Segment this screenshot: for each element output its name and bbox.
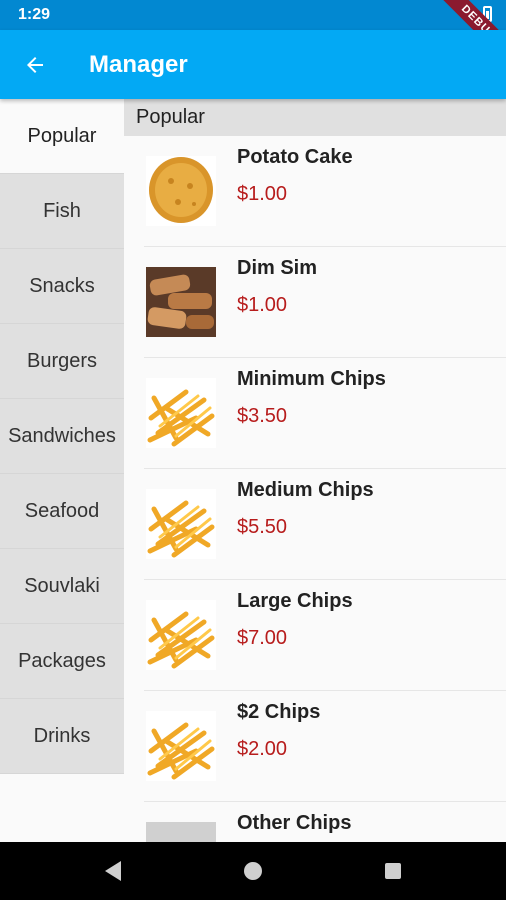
back-button[interactable] (20, 50, 50, 80)
sidebar-item-snacks[interactable]: Snacks (0, 249, 124, 324)
product-list: Potato Cake $1.00 Dim Sim $1.00 Minimum … (124, 136, 506, 842)
product-item[interactable]: Other Chips (124, 802, 506, 842)
page-title: Manager (89, 51, 188, 78)
product-item[interactable]: Medium Chips $5.50 (124, 469, 506, 580)
sidebar-item-sandwiches[interactable]: Sandwiches (0, 399, 124, 474)
sidebar-item-seafood[interactable]: Seafood (0, 474, 124, 549)
product-name: Dim Sim (237, 257, 318, 279)
product-name: Other Chips (237, 812, 352, 834)
square-recents-icon (385, 863, 401, 879)
product-item[interactable]: Dim Sim $1.00 (124, 247, 506, 358)
sidebar-item-popular[interactable]: Popular (0, 99, 124, 174)
product-name: $2 Chips (237, 701, 321, 723)
dim-sim-image (146, 267, 216, 337)
nav-back-button[interactable] (102, 860, 124, 882)
chips-image (146, 378, 216, 448)
product-price: $7.00 (237, 627, 288, 649)
sidebar-item-drinks[interactable]: Drinks (0, 699, 124, 774)
status-bar: 1:29 (0, 0, 506, 30)
sidebar-item-souvlaki[interactable]: Souvlaki (0, 549, 124, 624)
product-name: Medium Chips (237, 479, 374, 501)
triangle-back-icon (105, 861, 121, 881)
product-name: Large Chips (237, 590, 353, 612)
status-time: 1:29 (18, 6, 51, 23)
circle-home-icon (244, 862, 262, 880)
sidebar-item-fish[interactable]: Fish (0, 174, 124, 249)
potato-cake-image (146, 156, 216, 226)
chips-image (146, 600, 216, 670)
product-item[interactable]: Potato Cake $1.00 (124, 136, 506, 247)
product-price: $2.00 (237, 738, 288, 760)
product-item[interactable]: Large Chips $7.00 (124, 580, 506, 691)
product-item[interactable]: Minimum Chips $3.50 (124, 358, 506, 469)
section-header: Popular (124, 99, 506, 136)
chips-image (146, 489, 216, 559)
sidebar-item-burgers[interactable]: Burgers (0, 324, 124, 399)
arrow-back-icon (27, 57, 43, 73)
nav-home-button[interactable] (242, 860, 264, 882)
chips-image (146, 711, 216, 781)
product-price: $3.50 (237, 405, 288, 427)
product-item[interactable]: $2 Chips $2.00 (124, 691, 506, 802)
product-price: $5.50 (237, 516, 288, 538)
product-name: Minimum Chips (237, 368, 386, 390)
product-price: $1.00 (237, 294, 288, 316)
sidebar-item-packages[interactable]: Packages (0, 624, 124, 699)
app-bar: Manager (0, 30, 506, 99)
product-name: Potato Cake (237, 146, 353, 168)
placeholder-image (146, 822, 216, 842)
product-price: $1.00 (237, 183, 288, 205)
nav-recents-button[interactable] (382, 860, 404, 882)
category-sidebar: Popular Fish Snacks Burgers Sandwiches S… (0, 99, 124, 774)
system-nav-bar (0, 842, 506, 900)
